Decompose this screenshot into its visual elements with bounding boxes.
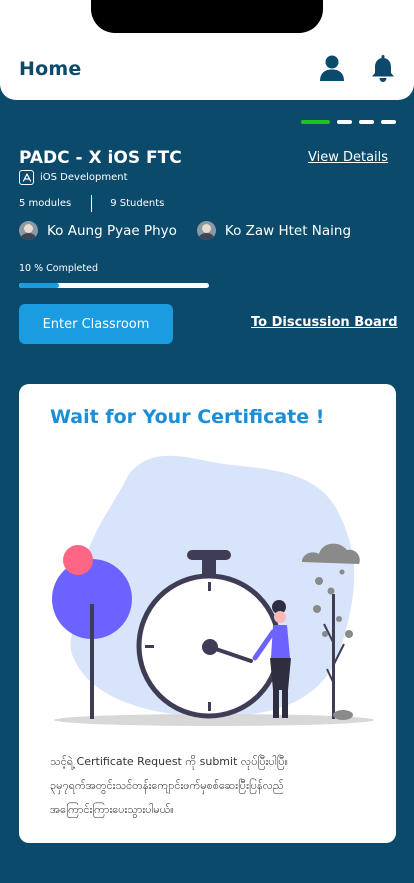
instructor-item[interactable]: Ko Aung Pyae Phyo (19, 221, 177, 240)
avatar (196, 221, 216, 240)
certificate-card: Wait for Your Certificate ! သင့်ရဲ့ Cert… (19, 384, 396, 843)
pager-dot-active[interactable] (301, 120, 330, 124)
progress-bar (19, 283, 209, 288)
waiting-clock-illustration (52, 455, 374, 726)
instructor-item[interactable]: Ko Zaw Htet Naing (196, 221, 352, 240)
instructor-list: Ko Aung Pyae Phyo Ko Zaw Htet Naing (19, 221, 351, 240)
page-title: Home (19, 58, 82, 80)
course-title: PADC - X iOS FTC (19, 148, 182, 168)
course-stats: 5 modules 9 Students (19, 195, 164, 212)
device-notch (91, 0, 323, 33)
category-label: iOS Development (40, 172, 128, 183)
pager-dot[interactable] (359, 120, 374, 124)
enter-classroom-button[interactable]: Enter Classroom (19, 304, 173, 344)
students-count: 9 Students (110, 198, 165, 209)
message-line: သင့်ရဲ့ Certificate Request ကို submit လ… (50, 755, 289, 768)
progress-label: 10 % Completed (19, 263, 98, 274)
course-category: iOS Development (19, 170, 128, 185)
bell-icon[interactable] (371, 55, 395, 82)
instructor-name: Ko Aung Pyae Phyo (47, 222, 177, 239)
certificate-message: သင့်ရဲ့ Certificate Request ကို submit လ… (50, 750, 370, 822)
app-store-icon (19, 170, 34, 185)
pager-dot[interactable] (337, 120, 352, 124)
top-header: Home (0, 0, 414, 100)
instructor-name: Ko Zaw Htet Naing (224, 222, 352, 239)
progress-bar-fill (19, 283, 59, 288)
pager-dot[interactable] (381, 120, 396, 124)
profile-icon[interactable] (319, 54, 345, 82)
view-details-link[interactable]: View Details (308, 150, 388, 165)
discussion-board-link[interactable]: To Discussion Board (251, 315, 398, 330)
modules-count: 5 modules (19, 198, 72, 209)
certificate-title: Wait for Your Certificate ! (50, 406, 325, 428)
avatar (19, 221, 38, 240)
message-line: အကြောင်းကြားပေးသွားပါမယ်။ (50, 803, 174, 816)
message-line: ၃မှ၇ရက်အတွင်းသင်တန်းကျောင်းဖက်မှစစ်ဆေးပြ… (50, 779, 284, 792)
stats-divider (91, 195, 93, 212)
carousel-pager[interactable] (301, 120, 396, 124)
